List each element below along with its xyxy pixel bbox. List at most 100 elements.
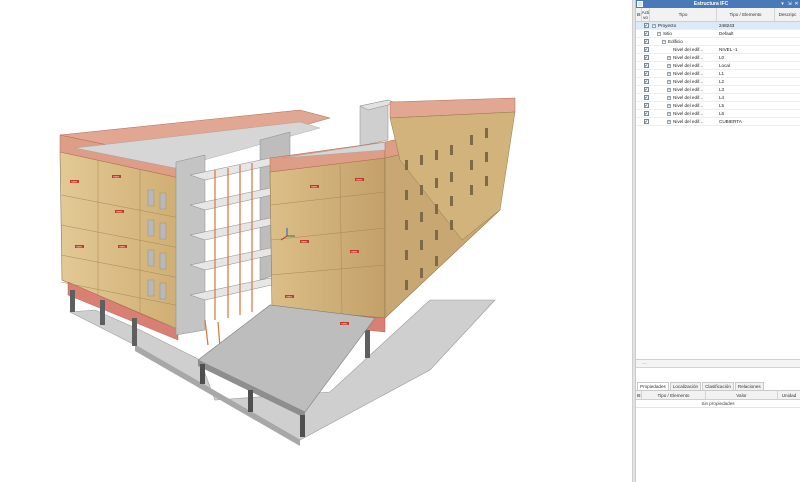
pin-icon[interactable]: ▾: [779, 0, 786, 8]
app-window: PANEL PANEL PANEL PANEL PANEL PANEL PANE…: [0, 0, 800, 482]
expander-icon[interactable]: +: [667, 95, 671, 100]
active-checkbox[interactable]: ✔: [643, 119, 649, 124]
expander-icon[interactable]: +: [667, 119, 671, 124]
row-active-cell[interactable]: ✔: [642, 94, 650, 102]
expander-icon[interactable]: +: [667, 71, 671, 76]
expander-icon[interactable]: +: [667, 103, 671, 108]
row-element-cell[interactable]: Local: [717, 63, 775, 68]
tree-row[interactable]: ✔ − Sitio Default: [636, 30, 800, 38]
row-active-cell[interactable]: ✔: [642, 30, 650, 38]
row-type-cell[interactable]: + Nivel del edif...: [650, 63, 717, 68]
row-element-cell[interactable]: Default: [717, 31, 775, 36]
row-element-cell[interactable]: L3: [717, 87, 775, 92]
expander-icon[interactable]: [667, 48, 671, 52]
panel-tag: PANEL: [119, 245, 126, 248]
panel-tag: PANEL: [301, 240, 308, 243]
row-type-cell[interactable]: + Nivel del edif...: [650, 103, 717, 108]
expander-icon[interactable]: +: [667, 63, 671, 68]
tree-row[interactable]: ✔ + Nivel del edif... L5: [636, 102, 800, 110]
float-icon[interactable]: ⇲: [786, 0, 793, 8]
3d-viewport[interactable]: PANEL PANEL PANEL PANEL PANEL PANEL PANE…: [0, 0, 632, 482]
row-active-cell[interactable]: ✔: [642, 110, 650, 118]
tree-row[interactable]: ✔ + Nivel del edif... Local: [636, 62, 800, 70]
row-element-cell[interactable]: NIVEL -1: [717, 47, 775, 52]
row-active-cell[interactable]: ✔: [642, 46, 650, 54]
column-active[interactable]: Acti vo: [642, 8, 650, 21]
row-element-cell[interactable]: L6: [717, 111, 775, 116]
active-checkbox[interactable]: ✔: [643, 63, 649, 68]
properties-column-type[interactable]: Tipo / Elemento: [642, 391, 706, 399]
row-type-cell[interactable]: Nivel del edif...: [650, 47, 717, 52]
panel-splitter-grip-icon[interactable]: ⋯: [642, 361, 647, 367]
column-type[interactable]: Tipo: [650, 8, 717, 21]
expander-icon[interactable]: −: [652, 23, 656, 28]
tree-row[interactable]: ✔ + Nivel del edif... L1: [636, 70, 800, 78]
tree-row[interactable]: ✔ + Nivel del edif... CUBIERTA: [636, 118, 800, 126]
active-checkbox[interactable]: ✔: [643, 111, 649, 116]
row-active-cell[interactable]: ✔: [642, 22, 650, 30]
tree-row[interactable]: ✔ − Edificio: [636, 38, 800, 46]
tree-row[interactable]: ✔ + Nivel del edif... L4: [636, 94, 800, 102]
row-active-cell[interactable]: ✔: [642, 86, 650, 94]
properties-column-value[interactable]: Valor: [706, 391, 778, 399]
tree-row[interactable]: ✔ + Nivel del edif... L3: [636, 86, 800, 94]
row-type-cell[interactable]: − Proyecto: [650, 23, 717, 28]
tree-row[interactable]: ✔ + Nivel del edif... L0: [636, 54, 800, 62]
column-description[interactable]: Descripc: [775, 8, 800, 21]
tree-row[interactable]: ✔ − Proyecto 248243: [636, 22, 800, 30]
row-active-cell[interactable]: ✔: [642, 70, 650, 78]
tree-row[interactable]: ✔ + Nivel del edif... L6: [636, 110, 800, 118]
panel-tag: PANEL: [286, 295, 293, 298]
row-element-cell[interactable]: L5: [717, 103, 775, 108]
row-type-cell[interactable]: + Nivel del edif...: [650, 55, 717, 60]
active-checkbox[interactable]: ✔: [643, 31, 649, 36]
properties-column-unit[interactable]: Unidad: [778, 391, 800, 399]
active-checkbox[interactable]: ✔: [643, 23, 649, 28]
tab-clasificacion[interactable]: Clasificación: [702, 382, 734, 390]
row-active-cell[interactable]: ✔: [642, 78, 650, 86]
row-active-cell[interactable]: ✔: [642, 38, 650, 46]
tab-relaciones[interactable]: Relaciones: [734, 382, 764, 390]
active-checkbox[interactable]: ✔: [643, 71, 649, 76]
row-type-cell[interactable]: + Nivel del edif...: [650, 119, 717, 124]
active-checkbox[interactable]: ✔: [643, 55, 649, 60]
row-element-cell[interactable]: L2: [717, 79, 775, 84]
expander-icon[interactable]: −: [657, 31, 661, 36]
tab-localizacion[interactable]: Localización: [669, 382, 702, 390]
row-type-cell[interactable]: − Edificio: [650, 39, 717, 44]
panel-splitter[interactable]: ⋯: [636, 360, 800, 368]
tree-row[interactable]: ✔ + Nivel del edif... L2: [636, 78, 800, 86]
row-active-cell[interactable]: ✔: [642, 54, 650, 62]
active-checkbox[interactable]: ✔: [643, 103, 649, 108]
row-active-cell[interactable]: ✔: [642, 118, 650, 126]
row-type-cell[interactable]: − Sitio: [650, 31, 717, 36]
active-checkbox[interactable]: ✔: [643, 95, 649, 100]
row-element-cell[interactable]: L0: [717, 55, 775, 60]
expander-icon[interactable]: −: [662, 39, 666, 44]
row-type-cell[interactable]: + Nivel del edif...: [650, 95, 717, 100]
row-type-cell[interactable]: + Nivel del edif...: [650, 87, 717, 92]
row-type-cell[interactable]: + Nivel del edif...: [650, 111, 717, 116]
tab-propiedades[interactable]: Propiedades: [637, 382, 669, 390]
properties-empty-text: Sin propiedades: [636, 400, 800, 408]
expander-icon[interactable]: +: [667, 87, 671, 92]
tree-row[interactable]: ✔ Nivel del edif... NIVEL -1: [636, 46, 800, 54]
active-checkbox[interactable]: ✔: [643, 47, 649, 52]
row-element-cell[interactable]: L1: [717, 71, 775, 76]
building-model[interactable]: PANEL PANEL PANEL PANEL PANEL PANEL PANE…: [0, 0, 632, 482]
row-element-cell[interactable]: 248243: [717, 23, 775, 28]
row-active-cell[interactable]: ✔: [642, 62, 650, 70]
close-icon[interactable]: ✕: [793, 0, 800, 8]
expander-icon[interactable]: +: [667, 55, 671, 60]
row-element-cell[interactable]: CUBIERTA: [717, 119, 775, 124]
active-checkbox[interactable]: ✔: [643, 39, 649, 44]
active-checkbox[interactable]: ✔: [643, 87, 649, 92]
row-type-cell[interactable]: + Nivel del edif...: [650, 71, 717, 76]
column-element[interactable]: Tipo / Elemento: [717, 8, 775, 21]
row-active-cell[interactable]: ✔: [642, 102, 650, 110]
expander-icon[interactable]: +: [667, 79, 671, 84]
row-type-cell[interactable]: + Nivel del edif...: [650, 79, 717, 84]
active-checkbox[interactable]: ✔: [643, 79, 649, 84]
row-element-cell[interactable]: L4: [717, 95, 775, 100]
expander-icon[interactable]: +: [667, 111, 671, 116]
